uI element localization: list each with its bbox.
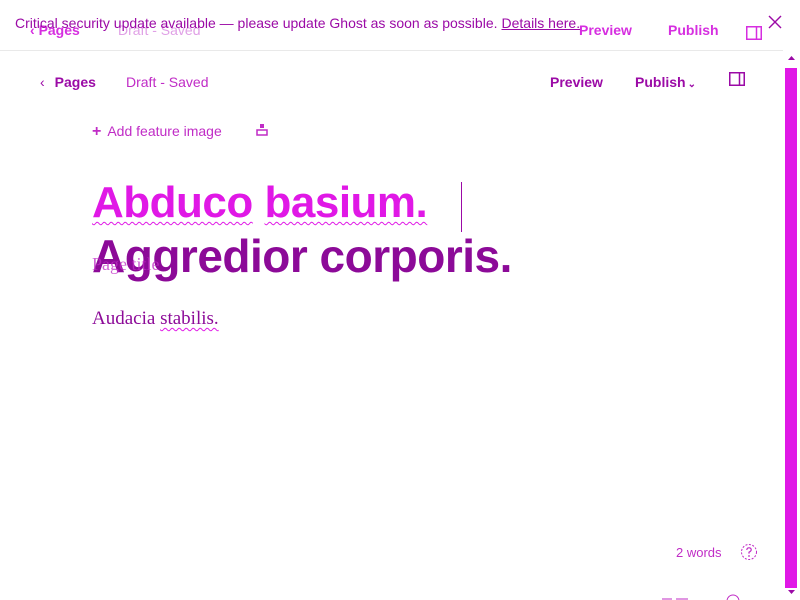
title-word-misspelled: Abduco (92, 178, 253, 227)
back-to-pages-link[interactable]: ‹ Pages (40, 74, 96, 90)
publish-button[interactable]: Publish ⌄ (635, 74, 696, 90)
word-count: 2 words (676, 545, 722, 560)
scrollbar-thumb[interactable] (785, 68, 797, 588)
post-title-input[interactable]: Abduco basium. (92, 178, 428, 228)
title-placeholder-behind: Page title (92, 254, 160, 274)
ghost-sidebar-toggle-icon (746, 26, 762, 40)
feature-image-label: Add feature image (107, 123, 222, 139)
scroll-up-arrow-icon[interactable] (783, 50, 800, 66)
banner-details-link[interactable]: Details here. (502, 15, 581, 31)
text-cursor (461, 182, 462, 232)
footer-overflow-row (662, 594, 740, 600)
post-body-editor[interactable]: Audacia stabilis. (92, 308, 219, 330)
publish-label: Publish (635, 74, 686, 90)
sidebar-toggle-icon[interactable] (729, 72, 745, 86)
banner-message: Critical security update available — ple… (15, 15, 580, 31)
ghost-preview: Preview (579, 22, 632, 38)
chevron-left-icon: ‹ (40, 74, 45, 90)
editor-scrollbar[interactable] (783, 50, 800, 600)
body-word-misspelled: stabilis. (160, 308, 219, 329)
upload-icon[interactable] (256, 124, 268, 136)
title-word-misspelled: basium. (264, 178, 428, 227)
editor-window: ‹ Pages Draft - Saved Preview Publish Cr… (0, 0, 800, 600)
close-icon[interactable] (767, 14, 783, 30)
plus-icon: + (92, 123, 102, 140)
preview-button[interactable]: Preview (550, 74, 603, 90)
body-word: Audacia (92, 308, 156, 329)
banner-message-text: Critical security update available — ple… (15, 15, 498, 31)
back-label: Pages (54, 74, 96, 90)
help-icon[interactable] (740, 543, 758, 561)
save-status: Draft - Saved (126, 74, 209, 90)
add-feature-image-button[interactable]: + Add feature image (92, 123, 222, 141)
scroll-down-arrow-icon[interactable] (783, 584, 800, 600)
chevron-down-icon: ⌄ (687, 79, 696, 90)
ghost-publish: Publish (668, 22, 719, 38)
